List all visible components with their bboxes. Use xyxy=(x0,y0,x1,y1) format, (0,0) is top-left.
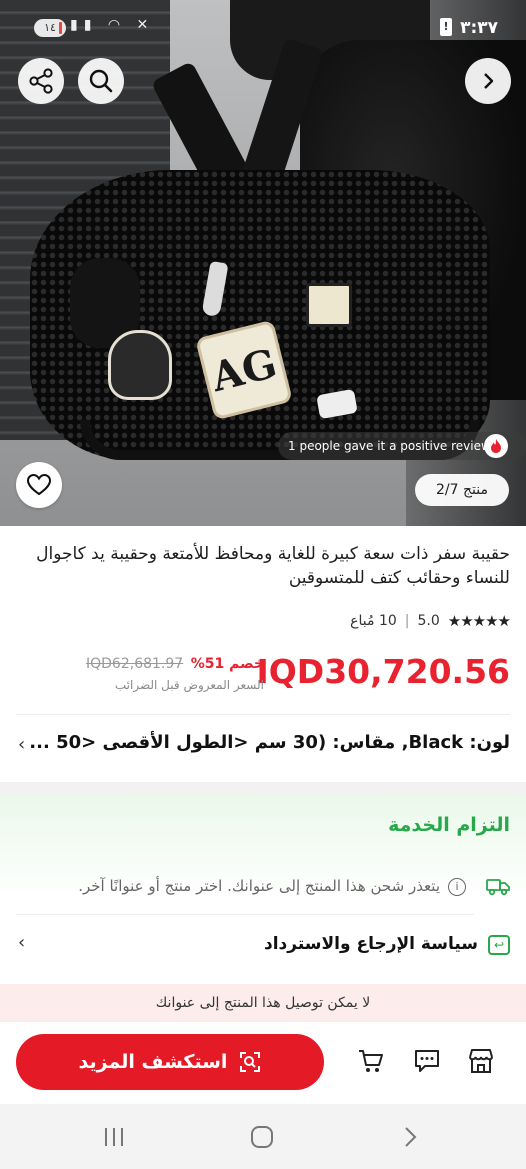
return-icon: ↩ xyxy=(488,935,510,955)
chat-icon xyxy=(415,1050,439,1072)
product-title: حقيبة سفر ذات سعة كبيرة للغاية ومحافظ لل… xyxy=(36,544,510,588)
variant-selector[interactable]: لون: Black, مقاس: (30 سم <الطول الأقصى <… xyxy=(16,732,510,760)
bottom-action-bar: استكشف المزيد xyxy=(0,1022,526,1104)
alert-icon: ! xyxy=(440,18,452,36)
divider xyxy=(16,714,510,715)
fire-icon xyxy=(484,434,508,458)
home-icon xyxy=(251,1126,273,1148)
rating-row[interactable]: ★★★★★ 5.0 | 10 مُباع xyxy=(350,612,511,630)
chevron-left-icon: ‹ xyxy=(18,734,26,755)
status-bar: ١٤ ▮▮ ◠ ✕ ! ٣:٣٧ xyxy=(0,0,526,58)
store-button[interactable] xyxy=(464,1044,498,1078)
heart-icon xyxy=(26,473,52,496)
recent-apps-button[interactable] xyxy=(94,1120,134,1154)
tax-note: السعر المعروض قبل الضرائب xyxy=(114,678,264,692)
battery-indicator: ١٤ xyxy=(34,19,66,37)
cart-button[interactable] xyxy=(354,1044,388,1078)
rating-stars-icon: ★★★★★ xyxy=(447,612,511,630)
current-price: IQD30,720.56 xyxy=(256,652,510,691)
scan-icon xyxy=(240,1052,261,1072)
no-delivery-banner: لا يمكن توصيل هذا المنتج إلى عنوانك xyxy=(0,984,526,1022)
chat-button[interactable] xyxy=(410,1044,444,1078)
label-patch xyxy=(306,283,352,327)
variant-text: لون: Black, مقاس: (30 سم <الطول الأقصى <… xyxy=(29,732,510,753)
back-chevron-icon xyxy=(405,1127,417,1147)
bear-patch xyxy=(108,330,172,400)
chevron-right-icon xyxy=(484,73,494,89)
return-policy-label: سياسة الإرجاع والاسترداد xyxy=(264,934,478,954)
rating-value: 5.0 xyxy=(417,613,440,629)
recent-apps-icon xyxy=(105,1128,123,1146)
service-commitment: التزام الخدمة i يتعذر شحن هذا المنتج إلى… xyxy=(0,794,526,984)
store-icon xyxy=(469,1049,493,1073)
discount-badge: خصم 51% xyxy=(190,656,264,672)
info-icon[interactable]: i xyxy=(448,878,466,896)
signal-wifi-mute-icons: ▮▮ ◠ ✕ xyxy=(70,17,155,33)
section-gap xyxy=(0,782,526,794)
back-button[interactable] xyxy=(390,1120,430,1154)
return-policy-row[interactable]: ↩ سياسة الإرجاع والاسترداد ‹ xyxy=(16,932,510,962)
service-title: التزام الخدمة xyxy=(388,814,510,836)
sold-count: 10 مُباع xyxy=(350,613,397,629)
search-icon xyxy=(89,69,113,93)
favorite-button[interactable] xyxy=(16,462,62,508)
explore-more-label: استكشف المزيد xyxy=(78,1051,228,1073)
search-button[interactable] xyxy=(78,58,124,104)
explore-more-button[interactable]: استكشف المزيد xyxy=(16,1034,324,1090)
clock: ٣:٣٧ xyxy=(460,18,498,38)
divider xyxy=(16,914,474,915)
original-price: IQD62,681.97 xyxy=(86,656,184,672)
shipping-text: يتعذر شحن هذا المنتج إلى عنوانك. اختر من… xyxy=(78,877,440,895)
share-button[interactable] xyxy=(18,58,64,104)
image-counter: منتج 2/7 xyxy=(415,474,509,506)
next-image-button[interactable] xyxy=(465,58,511,104)
cart-icon xyxy=(359,1050,383,1072)
chevron-left-icon: ‹ xyxy=(18,932,26,953)
system-navigation-bar xyxy=(0,1104,526,1169)
rating-separator: | xyxy=(404,613,410,629)
truck-icon xyxy=(486,876,510,898)
home-button[interactable] xyxy=(242,1120,282,1154)
shipping-row[interactable]: i يتعذر شحن هذا المنتج إلى عنوانك. اختر … xyxy=(16,874,510,904)
share-icon xyxy=(29,68,53,94)
